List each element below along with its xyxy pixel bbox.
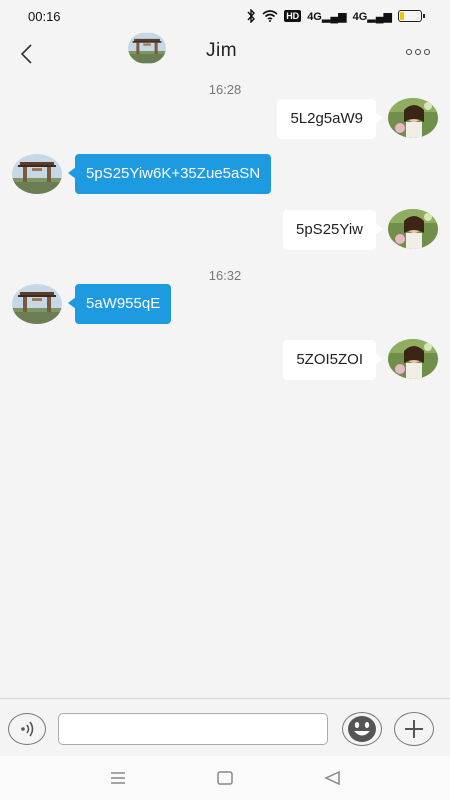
battery-level xyxy=(400,12,404,20)
bluetooth-icon xyxy=(247,9,256,23)
signal-icon: 4G▂▄▆ xyxy=(307,10,347,23)
wifi-icon xyxy=(262,10,278,22)
signal-icon: 4G▂▄▆ xyxy=(352,10,392,23)
system-nav-bar xyxy=(0,756,450,800)
menu-icon xyxy=(111,772,125,784)
signal-label-2: 4G xyxy=(352,10,368,23)
voice-icon xyxy=(21,721,34,737)
outgoing-message[interactable]: 5L2g5aW9 xyxy=(277,99,383,139)
more-icon-dot xyxy=(424,49,430,55)
home-icon xyxy=(217,771,233,785)
contact-message-avatar[interactable] xyxy=(12,154,62,194)
home-button[interactable] xyxy=(215,768,235,788)
nav-back-button[interactable] xyxy=(322,768,342,788)
battery-icon xyxy=(398,10,425,22)
emoji-icon xyxy=(348,716,376,742)
more-icon-dot xyxy=(415,49,421,55)
chat-header: Jim xyxy=(0,32,450,76)
back-button[interactable] xyxy=(12,40,40,68)
signal-label-1: 4G xyxy=(307,10,322,23)
hd-icon: HD xyxy=(284,10,302,22)
message-input[interactable] xyxy=(58,713,328,745)
outgoing-message[interactable]: 5pS25Yiw xyxy=(283,210,383,250)
status-time: 00:16 xyxy=(28,8,61,24)
voice-button[interactable] xyxy=(8,713,46,745)
contact-name: Jim xyxy=(206,40,238,61)
status-bar: 00:16 HD 4G▂▄▆ 4G▂▄▆ xyxy=(0,0,450,32)
more-button[interactable] xyxy=(406,44,430,60)
contact-message-avatar[interactable] xyxy=(12,284,62,324)
chat-area[interactable]: 16:28 5L2g5aW9 5pS25Yiw6K+35Zue5aSN 5pS2… xyxy=(0,76,450,696)
my-avatar[interactable] xyxy=(388,98,438,138)
contact-avatar[interactable] xyxy=(128,32,166,64)
plus-button[interactable] xyxy=(394,712,434,746)
my-avatar[interactable] xyxy=(388,209,438,249)
plus-icon xyxy=(405,720,423,738)
message-timestamp: 16:32 xyxy=(208,268,242,283)
emoji-button[interactable] xyxy=(342,712,382,746)
my-avatar[interactable] xyxy=(388,339,438,379)
outgoing-message[interactable]: 5ZOI5ZOI xyxy=(283,340,383,380)
chevron-left-icon xyxy=(20,44,32,64)
more-icon xyxy=(406,49,412,55)
incoming-message[interactable]: 5aW955qE xyxy=(67,284,172,324)
incoming-message[interactable]: 5pS25Yiw6K+35Zue5aSN xyxy=(67,154,272,194)
status-icons: HD 4G▂▄▆ 4G▂▄▆ xyxy=(246,9,425,23)
back-triangle-icon xyxy=(324,771,340,785)
recent-apps-button[interactable] xyxy=(108,768,128,788)
input-bar xyxy=(0,698,450,756)
message-timestamp: 16:28 xyxy=(208,82,242,97)
